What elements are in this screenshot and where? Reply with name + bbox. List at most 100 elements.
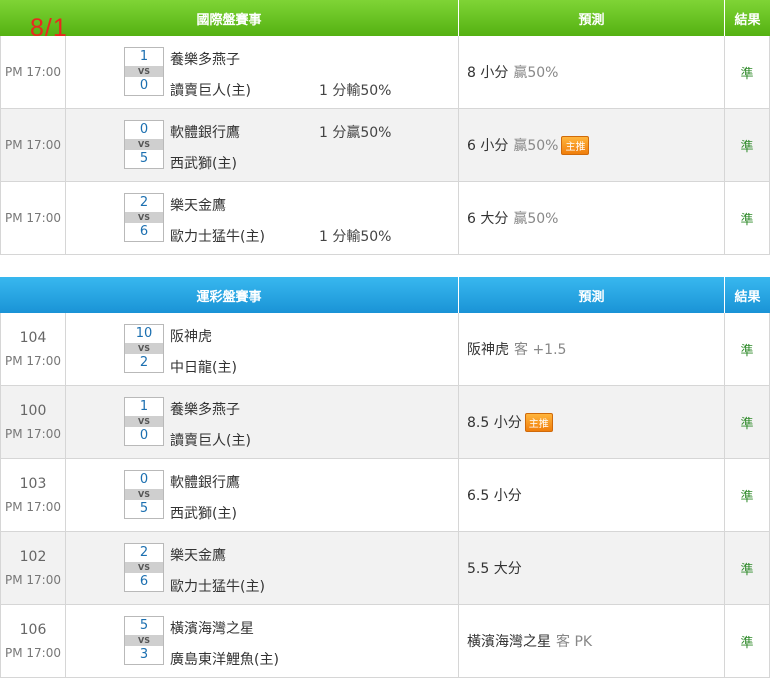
home-score: 5 [139,501,149,516]
prediction-text: 8.5 小分 [467,415,522,431]
score-box: 1 VS 0 [124,47,164,96]
prediction-cell: 阪神虎 客 +1.5 [459,313,725,385]
home-team: 廣島東洋鯉魚(主) [170,652,279,668]
home-team: 歐力士猛牛(主) [170,229,265,245]
score-box: 2 VS 6 [124,543,164,592]
prediction-outcome: 贏50% [513,138,559,154]
match-row: 102 PM 17:00 2 VS 6 樂天金鷹 歐力士猛牛(主) 5.5 大分… [0,532,770,605]
vs-label: VS [125,635,163,646]
game-number: 102 [19,549,47,565]
prediction-text: 5.5 大分 [467,561,522,577]
result-cell: 準 [740,66,754,82]
result-header: 結果 [734,12,761,28]
away-team: 樂天金鷹 [170,548,226,564]
away-score: 5 [139,618,149,633]
prediction-text: 阪神虎 [467,342,509,358]
away-score: 2 [139,545,149,560]
prediction-cell: 6 小分 贏50% 主推 [459,109,725,181]
away-score: 1 [139,49,149,64]
result-cell: 準 [740,489,754,505]
game-time: PM 17:00 [5,211,61,225]
match-row: PM 17:00 1 VS 0 養樂多燕子 讀賣巨人(主) 1 分輸50% 8 … [0,36,770,109]
prediction-outcome: 客 +1.5 [514,342,567,358]
match-cell: 1 VS 0 養樂多燕子 讀賣巨人(主) 1 分輸50% [66,36,459,108]
game-number: 100 [19,403,47,419]
away-team: 軟體銀行鷹 [170,475,240,491]
match-row: 106 PM 17:00 5 VS 3 橫濱海灣之星 廣島東洋鯉魚(主) 橫濱海… [0,605,770,678]
vs-label: VS [125,66,163,77]
result-header: 結果 [734,289,761,305]
prediction-cell: 橫濱海灣之星 客 PK [459,605,725,677]
lottery-table: 運彩盤賽事 預測 結果 104 PM 17:00 10 VS 2 阪神虎 中日龍… [0,277,770,678]
home-team: 歐力士猛牛(主) [170,579,265,595]
away-score: 2 [139,195,149,210]
vs-label: VS [125,489,163,500]
date-label: 8/1 [30,14,68,42]
vs-label: VS [125,562,163,573]
away-score: 1 [139,399,149,414]
score-box: 2 VS 6 [124,193,164,242]
away-team: 養樂多燕子 [170,402,240,418]
result-cell: 準 [740,139,754,155]
result-cell: 準 [740,212,754,228]
recommend-badge: 主推 [561,135,590,155]
match-row: PM 17:00 0 VS 5 軟體銀行鷹 西武獅(主) 1 分贏50% 6 小… [0,109,770,182]
home-team: 西武獅(主) [170,506,237,522]
time-cell: 102 PM 17:00 [1,532,66,604]
away-handicap: 1 分贏50% [319,125,392,141]
home-handicap: 1 分輸50% [319,229,392,245]
game-number: 103 [19,476,47,492]
match-row: PM 17:00 2 VS 6 樂天金鷹 歐力士猛牛(主) 1 分輸50% 6 … [0,182,770,255]
match-cell: 2 VS 6 樂天金鷹 歐力士猛牛(主) [66,532,459,604]
prediction-text: 8 小分 [467,65,509,81]
game-time: PM 17:00 [5,65,61,79]
result-cell: 準 [740,416,754,432]
lottery-title: 運彩盤賽事 [0,277,459,313]
score-box: 0 VS 5 [124,120,164,169]
prediction-header: 預測 [459,0,725,36]
match-cell: 10 VS 2 阪神虎 中日龍(主) [66,313,459,385]
score-box: 0 VS 5 [124,470,164,519]
prediction-text: 6 小分 [467,138,509,154]
home-score: 0 [139,428,149,443]
away-team: 樂天金鷹 [170,198,226,214]
vs-label: VS [125,139,163,150]
game-time: PM 17:00 [5,646,61,660]
prediction-cell: 5.5 大分 [459,532,725,604]
game-time: PM 17:00 [5,138,61,152]
away-score: 0 [139,472,149,487]
home-team: 讀賣巨人(主) [170,83,251,99]
vs-label: VS [125,212,163,223]
game-time: PM 17:00 [5,573,61,587]
match-row: 100 PM 17:00 1 VS 0 養樂多燕子 讀賣巨人(主) 8.5 小分… [0,386,770,459]
home-team: 中日龍(主) [170,360,237,376]
game-time: PM 17:00 [5,427,61,441]
international-table: 國際盤賽事 預測 結果 PM 17:00 1 VS 0 養樂多燕子 讀賣巨人(主… [0,0,770,255]
prediction-cell: 6 大分 贏50% [459,182,725,254]
prediction-text: 6 大分 [467,211,509,227]
time-cell: PM 17:00 [1,109,66,181]
prediction-outcome: 贏50% [513,65,559,81]
prediction-text: 橫濱海灣之星 [467,634,551,650]
prediction-outcome: 客 PK [556,634,593,650]
home-score: 2 [139,355,149,370]
away-team: 橫濱海灣之星 [170,621,254,637]
game-number: 104 [19,330,47,346]
home-score: 6 [139,224,149,239]
match-cell: 0 VS 5 軟體銀行鷹 西武獅(主) [66,459,459,531]
match-row: 103 PM 17:00 0 VS 5 軟體銀行鷹 西武獅(主) 6.5 小分 … [0,459,770,532]
score-box: 5 VS 3 [124,616,164,665]
home-handicap: 1 分輸50% [319,83,392,99]
prediction-cell: 6.5 小分 [459,459,725,531]
lottery-header: 運彩盤賽事 預測 結果 [0,277,770,313]
result-cell: 準 [740,343,754,359]
away-score: 10 [135,326,153,341]
time-cell: 100 PM 17:00 [1,386,66,458]
international-title: 國際盤賽事 [0,0,459,36]
home-team: 西武獅(主) [170,156,237,172]
international-header: 國際盤賽事 預測 結果 [0,0,770,36]
match-cell: 2 VS 6 樂天金鷹 歐力士猛牛(主) 1 分輸50% [66,182,459,254]
time-cell: 104 PM 17:00 [1,313,66,385]
prediction-cell: 8.5 小分 主推 [459,386,725,458]
score-box: 10 VS 2 [124,324,164,373]
